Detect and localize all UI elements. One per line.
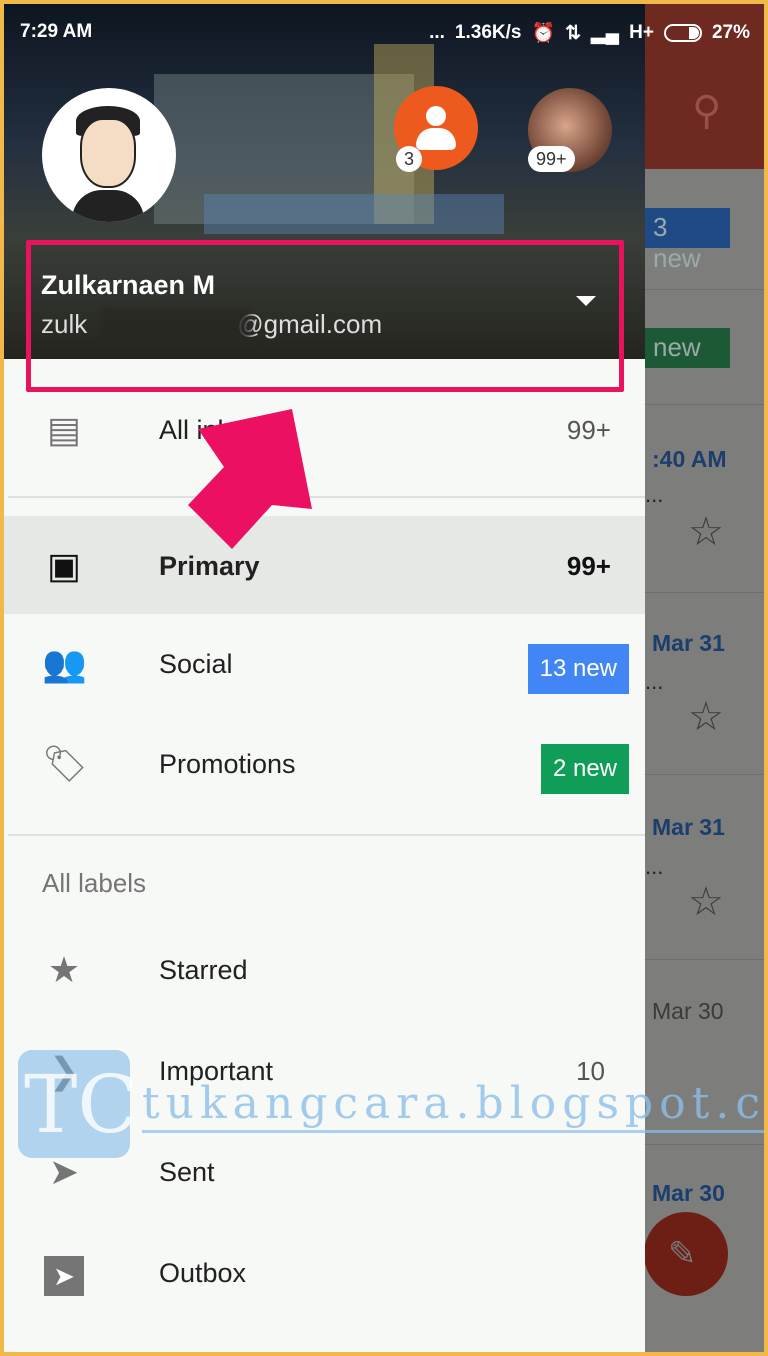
- menu-social[interactable]: 👥 Social 13 new: [4, 616, 645, 712]
- send-icon: ➤: [48, 1151, 80, 1192]
- inbox-icon: ▣: [46, 545, 81, 586]
- search-icon[interactable]: ⚲: [692, 88, 721, 134]
- promotions-badge: 2 new: [540, 744, 629, 794]
- bg-badge: new: [645, 328, 730, 368]
- bg-date: Mar 31: [652, 630, 725, 656]
- battery-icon: [663, 24, 702, 42]
- compose-button[interactable]: ✎: [644, 1212, 728, 1296]
- bg-date: Mar 30: [652, 1180, 725, 1206]
- phone-screen: ⚲ 3 new new :40 AM ... ☆ Mar 31 ... ☆ Mar …: [4, 4, 764, 1352]
- star-icon[interactable]: ☆: [688, 509, 724, 555]
- account-count: 3: [396, 146, 423, 172]
- watermark-underline: [142, 1130, 764, 1133]
- watermark-text: tukangcara.blogspot.com: [142, 1078, 764, 1129]
- star-icon[interactable]: ☆: [688, 879, 724, 925]
- star-icon[interactable]: ☆: [688, 694, 724, 740]
- menu-starred[interactable]: ★ Starred: [4, 922, 645, 1018]
- pencil-icon: ✎: [668, 1235, 697, 1273]
- bg-date: Mar 31: [652, 814, 725, 840]
- menu-promotions[interactable]: 🏷 Promotions 2 new: [4, 716, 645, 812]
- bg-date: :40 AM: [652, 446, 727, 472]
- alarm-icon: ⏰: [531, 23, 556, 44]
- status-bar: 7:29 AM ... 1.36K/s ⏰ ⇅ ▂▄ H+ 27%: [20, 21, 750, 44]
- outbox-icon: ➤: [42, 1253, 86, 1296]
- labels-heading: All labels: [42, 868, 147, 898]
- bg-badge: 3 new: [645, 208, 730, 273]
- avatar[interactable]: [42, 88, 176, 222]
- highlight-box: [26, 240, 624, 392]
- menu-outbox[interactable]: ➤ Outbox: [4, 1225, 645, 1321]
- account-count: 99+: [528, 146, 575, 172]
- pointer-arrow-icon: [188, 409, 312, 549]
- tag-icon: 🏷: [42, 743, 88, 784]
- watermark-logo: TC: [18, 1050, 139, 1158]
- data-icon: ⇅: [565, 22, 582, 44]
- star-icon: ★: [47, 949, 81, 990]
- signal-icon: ▂▄: [591, 22, 620, 44]
- menu-primary[interactable]: ▣ Primary 99+: [4, 516, 645, 614]
- people-icon: 👥: [42, 643, 87, 684]
- social-badge: 13 new: [527, 644, 629, 694]
- menu-all-inboxes[interactable]: ▤ All inboxes 99+: [4, 382, 645, 478]
- bg-date: Mar 30: [652, 998, 724, 1024]
- all-inboxes-icon: ▤: [46, 409, 81, 450]
